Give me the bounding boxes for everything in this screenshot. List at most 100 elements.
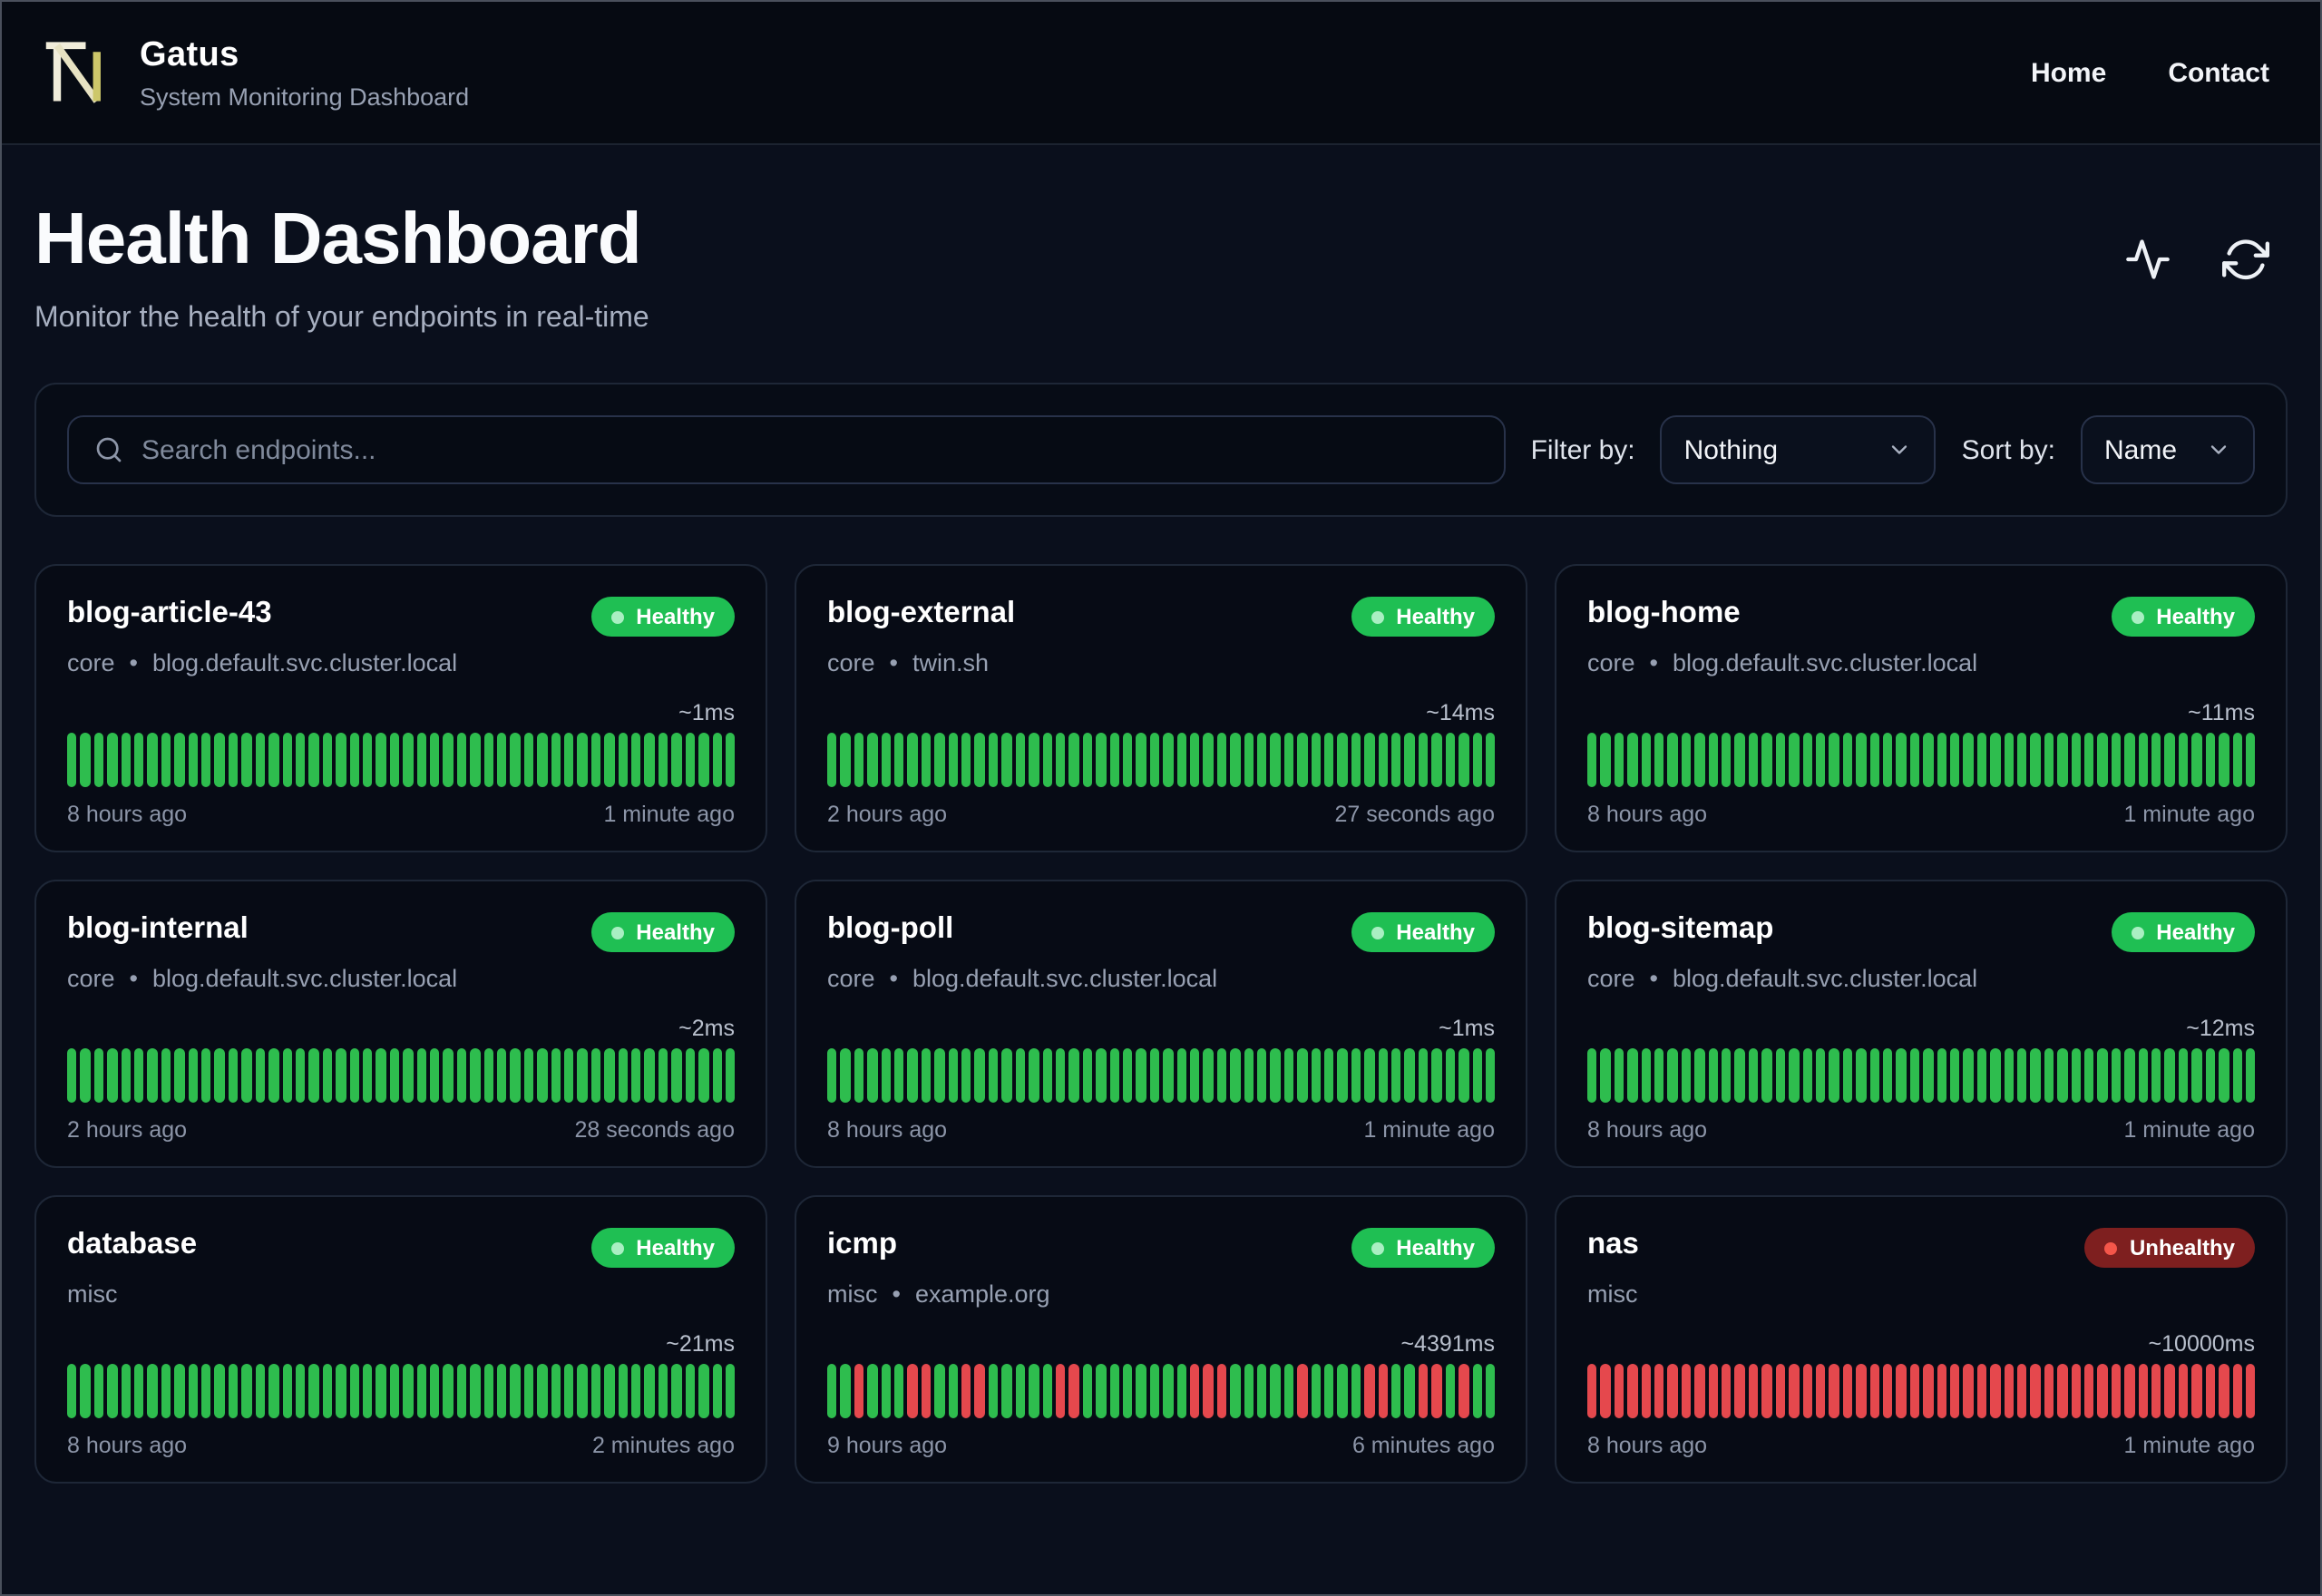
uptime-bar[interactable] [201, 733, 211, 787]
uptime-bar[interactable] [2071, 1364, 2082, 1418]
uptime-bar[interactable] [712, 733, 722, 787]
uptime-bar[interactable] [1829, 733, 1839, 787]
uptime-bar[interactable] [1600, 733, 1611, 787]
uptime-bar[interactable] [1654, 733, 1664, 787]
uptime-bar[interactable] [483, 1364, 493, 1418]
uptime-bar[interactable] [1445, 1364, 1456, 1418]
uptime-bar[interactable] [2191, 1364, 2202, 1418]
uptime-bar[interactable] [1364, 1048, 1375, 1103]
uptime-bar[interactable] [349, 1364, 359, 1418]
uptime-bars[interactable] [827, 733, 1496, 787]
uptime-bar[interactable] [644, 1364, 655, 1418]
filter-select[interactable]: Nothing [1660, 415, 1937, 484]
uptime-bar[interactable] [389, 1048, 400, 1103]
uptime-bar[interactable] [2030, 1364, 2041, 1418]
uptime-bar[interactable] [429, 733, 440, 787]
uptime-bar[interactable] [725, 1364, 736, 1418]
uptime-bar[interactable] [1015, 733, 1026, 787]
uptime-bar[interactable] [2151, 1364, 2161, 1418]
uptime-bar[interactable] [2097, 733, 2108, 787]
uptime-bar[interactable] [214, 733, 225, 787]
uptime-bar[interactable] [1694, 1364, 1705, 1418]
uptime-bar[interactable] [2030, 733, 2041, 787]
uptime-bar[interactable] [1257, 1048, 1267, 1103]
uptime-bar[interactable] [1216, 1364, 1227, 1418]
uptime-bar[interactable] [712, 1364, 722, 1418]
uptime-bar[interactable] [921, 733, 932, 787]
uptime-bar[interactable] [671, 733, 682, 787]
uptime-bar[interactable] [1029, 733, 1039, 787]
uptime-bar[interactable] [1149, 1364, 1160, 1418]
uptime-bar[interactable] [1654, 1364, 1664, 1418]
uptime-bar[interactable] [403, 733, 414, 787]
uptime-bar[interactable] [644, 733, 655, 787]
nav-link-home[interactable]: Home [2031, 57, 2106, 88]
uptime-bar[interactable] [1431, 1364, 1442, 1418]
uptime-bar[interactable] [854, 1364, 864, 1418]
endpoint-card[interactable]: blog-article-43 Healthy core • blog.defa… [34, 564, 767, 852]
uptime-bar[interactable] [1949, 1048, 1960, 1103]
uptime-bar[interactable] [1203, 733, 1214, 787]
uptime-bar[interactable] [854, 733, 864, 787]
uptime-bar[interactable] [2017, 733, 2027, 787]
uptime-bar[interactable] [907, 1048, 918, 1103]
uptime-bar[interactable] [2044, 1048, 2054, 1103]
uptime-bar[interactable] [1029, 1364, 1039, 1418]
uptime-bar[interactable] [881, 733, 892, 787]
uptime-bar[interactable] [1789, 1048, 1799, 1103]
uptime-bar[interactable] [1963, 733, 1974, 787]
uptime-bar[interactable] [1216, 1048, 1227, 1103]
uptime-bar[interactable] [456, 733, 467, 787]
uptime-bar[interactable] [1244, 733, 1254, 787]
uptime-bar[interactable] [2111, 733, 2122, 787]
uptime-bar[interactable] [80, 1364, 91, 1418]
uptime-bar[interactable] [1789, 733, 1799, 787]
uptime-bar[interactable] [2097, 1048, 2108, 1103]
uptime-bar[interactable] [961, 1364, 971, 1418]
uptime-bar[interactable] [443, 1048, 454, 1103]
uptime-bar[interactable] [188, 1364, 199, 1418]
uptime-bar[interactable] [1485, 733, 1496, 787]
uptime-bar[interactable] [2245, 1048, 2256, 1103]
uptime-bar[interactable] [295, 1048, 306, 1103]
uptime-bar[interactable] [1082, 733, 1093, 787]
uptime-bar[interactable] [376, 733, 386, 787]
uptime-bar[interactable] [974, 1048, 985, 1103]
uptime-bar[interactable] [1815, 733, 1826, 787]
uptime-bar[interactable] [1654, 1048, 1664, 1103]
uptime-bar[interactable] [470, 733, 481, 787]
uptime-bar[interactable] [2151, 733, 2161, 787]
uptime-bars[interactable] [67, 1364, 736, 1418]
uptime-bar[interactable] [1230, 1364, 1241, 1418]
uptime-bar[interactable] [497, 733, 507, 787]
uptime-bar[interactable] [1391, 1048, 1401, 1103]
uptime-bar[interactable] [2191, 1048, 2202, 1103]
uptime-bar[interactable] [2097, 1364, 2108, 1418]
uptime-bar[interactable] [1963, 1364, 1974, 1418]
uptime-bar[interactable] [1109, 733, 1119, 787]
uptime-bar[interactable] [1856, 1048, 1867, 1103]
uptime-bar[interactable] [1722, 1364, 1732, 1418]
uptime-bar[interactable] [685, 733, 696, 787]
uptime-bar[interactable] [429, 1364, 440, 1418]
uptime-bar[interactable] [1109, 1364, 1119, 1418]
uptime-bar[interactable] [416, 733, 426, 787]
uptime-bar[interactable] [1472, 733, 1482, 787]
uptime-bar[interactable] [1802, 1048, 1812, 1103]
uptime-bar[interactable] [1445, 733, 1456, 787]
uptime-bar[interactable] [336, 1364, 346, 1418]
uptime-bar[interactable] [1082, 1364, 1093, 1418]
uptime-bar[interactable] [362, 1364, 373, 1418]
uptime-bar[interactable] [295, 1364, 306, 1418]
uptime-bar[interactable] [188, 1048, 199, 1103]
uptime-bar[interactable] [2205, 1364, 2216, 1418]
uptime-bar[interactable] [2111, 1364, 2122, 1418]
uptime-bar[interactable] [443, 733, 454, 787]
uptime-bar[interactable] [551, 733, 561, 787]
uptime-bar[interactable] [497, 1364, 507, 1418]
uptime-bar[interactable] [349, 733, 359, 787]
uptime-bar[interactable] [1418, 1364, 1429, 1418]
uptime-bar[interactable] [80, 1048, 91, 1103]
uptime-bar[interactable] [1283, 733, 1294, 787]
uptime-bar[interactable] [1842, 1048, 1853, 1103]
